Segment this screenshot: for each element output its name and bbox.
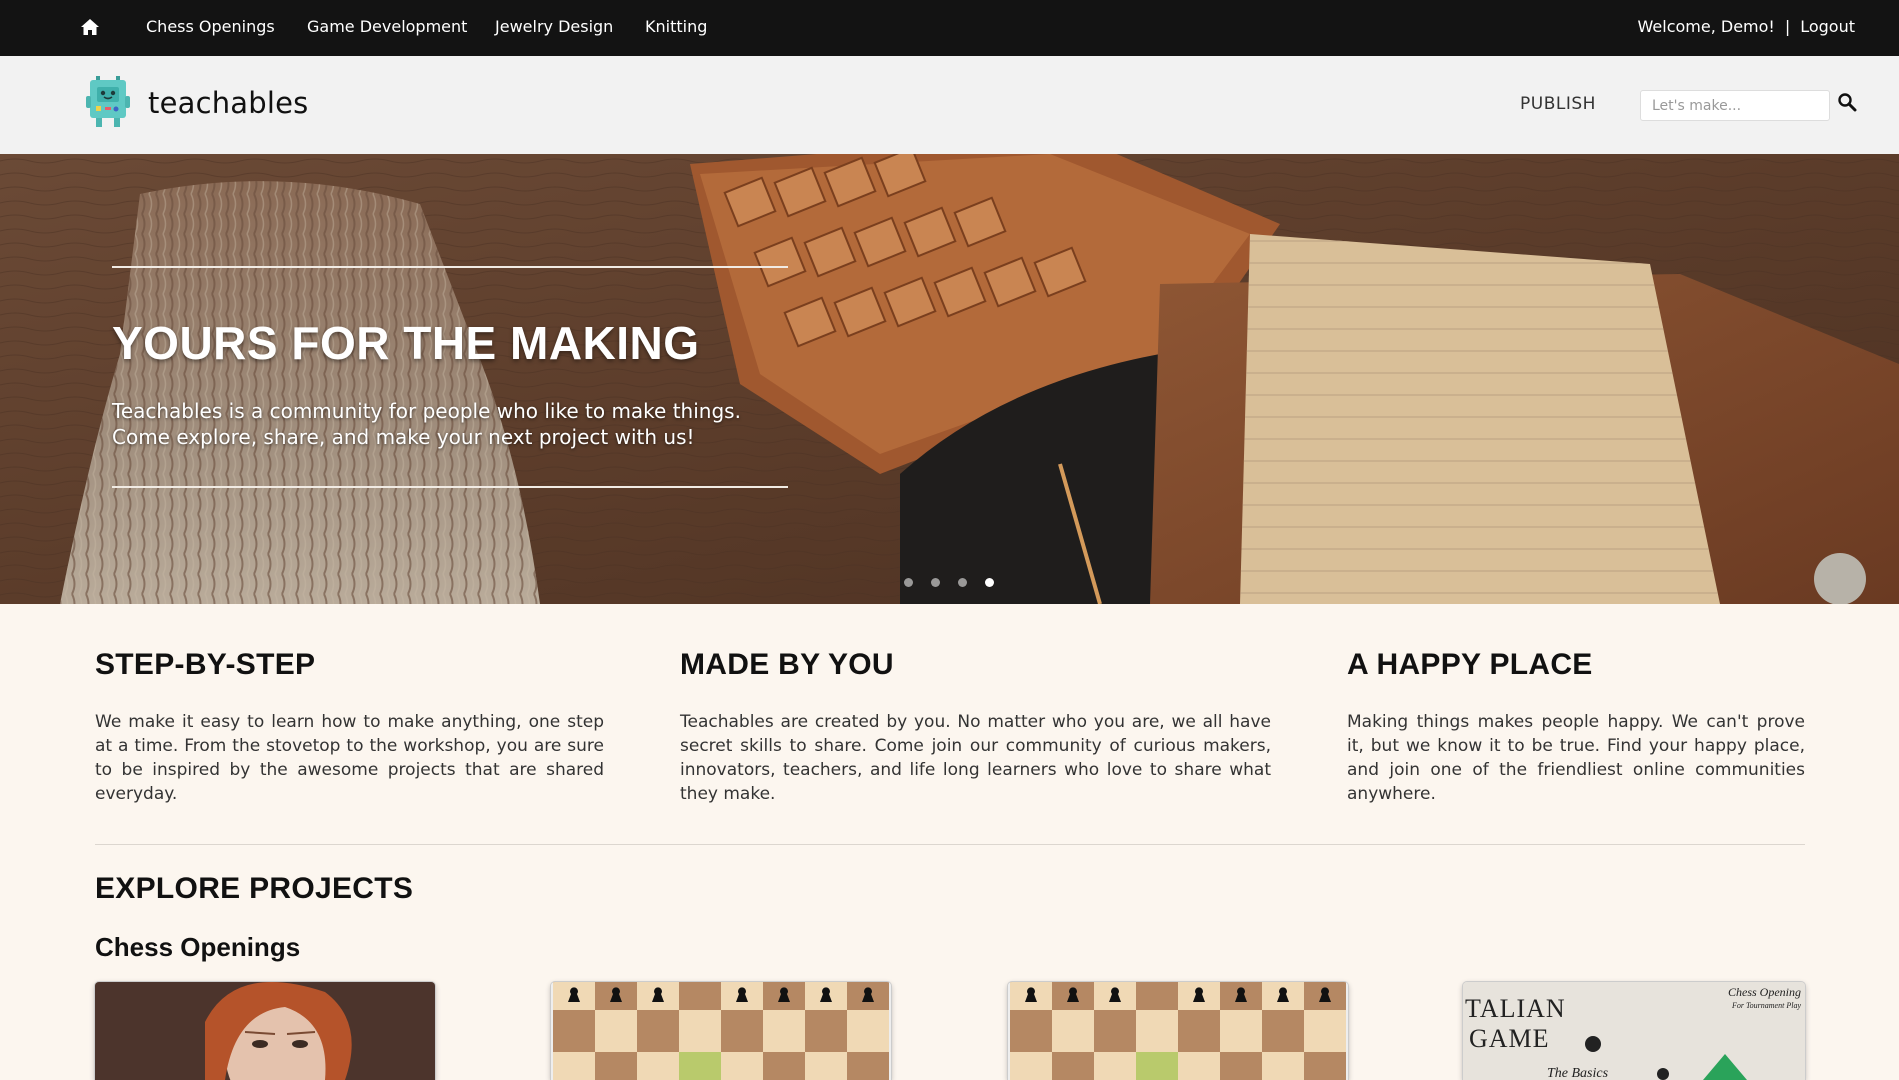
chessboard-thumbnail [1008, 982, 1348, 1080]
search-icon[interactable] [1837, 92, 1857, 112]
card-title: TALIAN GAME [1465, 994, 1566, 1054]
feature-title: A HAPPY PLACE [1347, 648, 1593, 681]
brand-name[interactable]: teachables [148, 86, 309, 120]
hero-bottom-rule [112, 486, 788, 488]
hero-carousel: YOURS FOR THE MAKING Teachables is a com… [0, 154, 1899, 604]
feature-title: STEP-BY-STEP [95, 648, 316, 681]
card-title-line-2: GAME [1469, 1024, 1550, 1053]
carousel-dot-3[interactable] [958, 578, 967, 587]
hero-top-rule [112, 266, 788, 268]
publish-link[interactable]: PUBLISH [1520, 94, 1596, 114]
feature-made-by-you: MADE BY YOU Teachables are created by yo… [680, 648, 1271, 806]
carousel-indicators [904, 578, 994, 587]
explore-projects-title: EXPLORE PROJECTS [95, 872, 414, 905]
nav-link-jewelry-design[interactable]: Jewelry Design [495, 17, 613, 36]
nav-link-knitting[interactable]: Knitting [645, 17, 707, 36]
nav-link-chess-openings[interactable]: Chess Openings [146, 17, 275, 36]
card-subtitle: The Basics [1547, 1066, 1609, 1080]
feature-text: We make it easy to learn how to make any… [95, 712, 604, 804]
project-card-3[interactable] [1008, 982, 1348, 1080]
card-corner-label: Chess Opening For Tournament Play [1728, 986, 1801, 1012]
hero-image [0, 154, 1899, 604]
chessboard-thumbnail [551, 982, 891, 1080]
welcome-text: Welcome, Demo! [1637, 17, 1775, 36]
separator: | [1784, 17, 1791, 36]
feature-title: MADE BY YOU [680, 648, 894, 681]
carousel-dot-4[interactable] [985, 578, 994, 587]
feature-text: Making things makes people happy. We can… [1347, 712, 1805, 804]
hero-title: YOURS FOR THE MAKING [112, 317, 700, 369]
search-input[interactable] [1640, 90, 1830, 121]
home-icon[interactable] [80, 18, 100, 36]
carousel-dot-1[interactable] [904, 578, 913, 587]
brand-bar: teachables PUBLISH [0, 56, 1899, 154]
carousel-dot-2[interactable] [931, 578, 940, 587]
user-area: Welcome, Demo! | Logout [1638, 17, 1855, 36]
section-divider [95, 844, 1805, 845]
project-card-1[interactable] [95, 982, 435, 1080]
card-title-line-1: TALIAN [1465, 994, 1566, 1023]
project-card-2[interactable] [551, 982, 891, 1080]
logout-link[interactable]: Logout [1800, 17, 1855, 36]
hero-description: Teachables is a community for people who… [112, 399, 741, 449]
feature-happy-place: A HAPPY PLACE Making things makes people… [1347, 648, 1805, 806]
project-thumbnail [95, 982, 435, 1080]
nav-link-game-development[interactable]: Game Development [307, 17, 467, 36]
category-title[interactable]: Chess Openings [95, 932, 300, 963]
card-corner-line-2: For Tournament Play [1731, 1001, 1801, 1010]
teachables-logo-icon[interactable] [84, 76, 132, 128]
card-corner-line-1: Chess Opening [1728, 985, 1801, 999]
top-nav: Chess Openings Game Development Jewelry … [0, 0, 1899, 56]
feature-text: Teachables are created by you. No matter… [680, 712, 1271, 804]
project-card-4[interactable]: TALIAN GAME The Basics Chess Opening For… [1463, 982, 1805, 1080]
feature-step-by-step: STEP-BY-STEP We make it easy to learn ho… [95, 648, 604, 806]
